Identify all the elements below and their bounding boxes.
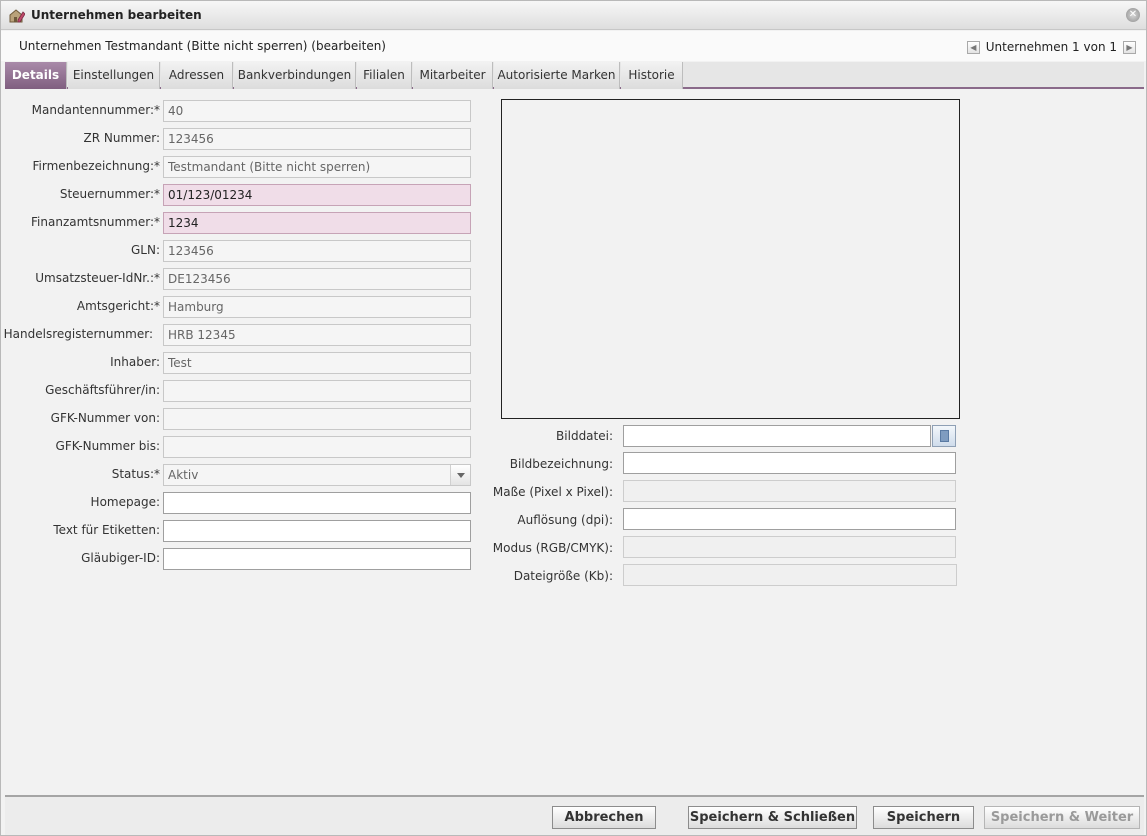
text-etiketten-field[interactable]: [163, 520, 471, 542]
save-next-button[interactable]: Speichern & Weiter: [984, 806, 1140, 829]
firmenbezeichnung-field[interactable]: Testmandant (Bitte nicht sperren): [163, 156, 471, 178]
details-panel: Mandantennummer:* 40 ZR Nummer: 123456 F…: [3, 91, 1144, 795]
tab-historie[interactable]: Historie: [621, 62, 683, 89]
status-label: Status:*: [111, 467, 160, 481]
window-title: Unternehmen bearbeiten: [31, 8, 202, 22]
handelsregisternummer-field[interactable]: HRB 12345: [163, 324, 471, 346]
masse-label: Maße (Pixel x Pixel):: [492, 485, 613, 499]
inhaber-label: Inhaber:: [110, 355, 160, 369]
tab-filialen[interactable]: Filialen: [357, 62, 412, 89]
finanzamtsnummer-field[interactable]: 1234: [163, 212, 471, 234]
record-title: Unternehmen Testmandant (Bitte nicht spe…: [19, 39, 386, 53]
arrow-left-icon[interactable]: ◀: [966, 40, 980, 54]
gln-field[interactable]: 123456: [163, 240, 471, 262]
bilddatei-label: Bilddatei:: [556, 429, 613, 443]
file-icon: [940, 430, 949, 442]
modus-field: [623, 536, 956, 558]
dateigroesse-field: [623, 564, 957, 586]
tab-details[interactable]: Details: [5, 62, 67, 89]
file-browse-icon[interactable]: [932, 425, 956, 447]
chevron-down-icon[interactable]: [450, 465, 470, 485]
steuernummer-field[interactable]: 01/123/01234: [163, 184, 471, 206]
gfk-von-field[interactable]: [163, 408, 471, 430]
geschaeftsfuehrer-label: Geschäftsführer/in:: [45, 383, 160, 397]
inhaber-field[interactable]: Test: [163, 352, 471, 374]
save-button[interactable]: Speichern: [873, 806, 974, 829]
save-close-button[interactable]: Speichern & Schließen: [688, 806, 857, 829]
tab-bar: Details Einstellungen Adressen Bankverbi…: [5, 62, 1144, 89]
tab-adressen[interactable]: Adressen: [161, 62, 233, 89]
gln-label: GLN:: [130, 243, 160, 257]
close-icon[interactable]: ✕: [1126, 8, 1140, 22]
masse-field: [623, 480, 956, 502]
tab-mitarbeiter[interactable]: Mitarbeiter: [413, 62, 493, 89]
zr-nummer-label: ZR Nummer:: [83, 131, 160, 145]
zr-nummer-field[interactable]: 123456: [163, 128, 471, 150]
dialog-footer: Abbrechen Speichern & Schließen Speicher…: [5, 795, 1144, 835]
cancel-button[interactable]: Abbrechen: [552, 806, 656, 829]
gfk-von-label: GFK-Nummer von:: [50, 411, 160, 425]
steuernummer-label: Steuernummer:*: [59, 187, 160, 201]
amtsgericht-label: Amtsgericht:*: [76, 299, 160, 313]
status-select[interactable]: Aktiv: [163, 464, 471, 486]
bildbezeichnung-field[interactable]: [623, 452, 956, 474]
ust-idnr-field[interactable]: DE123456: [163, 268, 471, 290]
handelsregisternummer-label: Handelsregisternummer:: [3, 327, 153, 341]
title-bar[interactable]: Unternehmen bearbeiten ✕: [1, 1, 1146, 30]
amtsgericht-field[interactable]: Hamburg: [163, 296, 471, 318]
finanzamtsnummer-label: Finanzamtsnummer:*: [31, 215, 160, 229]
record-pager: ◀ Unternehmen 1 von 1 ▶: [966, 39, 1136, 55]
mandantennummer-label: Mandantennummer:*: [31, 103, 160, 117]
glaeubiger-id-label: Gläubiger-ID:: [81, 551, 160, 565]
tab-bankverbindungen[interactable]: Bankverbindungen: [234, 62, 356, 89]
gfk-bis-label: GFK-Nummer bis:: [55, 439, 160, 453]
image-preview: [501, 99, 960, 419]
tab-einstellungen[interactable]: Einstellungen: [68, 62, 160, 89]
status-value: Aktiv: [168, 468, 199, 482]
homepage-field[interactable]: [163, 492, 471, 514]
text-etiketten-label: Text für Etiketten:: [53, 523, 160, 537]
dateigroesse-label: Dateigröße (Kb):: [513, 569, 613, 583]
geschaeftsfuehrer-field[interactable]: [163, 380, 471, 402]
building-edit-icon: [9, 8, 26, 23]
modus-label: Modus (RGB/CMYK):: [492, 541, 613, 555]
pager-text: Unternehmen 1 von 1: [985, 40, 1117, 54]
mandantennummer-field[interactable]: 40: [163, 100, 471, 122]
aufloesung-field[interactable]: [623, 508, 956, 530]
firmenbezeichnung-label: Firmenbezeichnung:*: [32, 159, 160, 173]
record-header: Unternehmen Testmandant (Bitte nicht spe…: [1, 31, 1146, 61]
tab-autorisierte-marken[interactable]: Autorisierte Marken: [494, 62, 620, 89]
ust-idnr-label: Umsatzsteuer-IdNr.:*: [35, 271, 160, 285]
edit-company-dialog: Unternehmen bearbeiten ✕ Unternehmen Tes…: [0, 0, 1147, 836]
aufloesung-label: Auflösung (dpi):: [517, 513, 613, 527]
arrow-right-icon[interactable]: ▶: [1123, 40, 1136, 54]
glaeubiger-id-field[interactable]: [163, 548, 471, 570]
homepage-label: Homepage:: [90, 495, 160, 509]
bildbezeichnung-label: Bildbezeichnung:: [509, 457, 613, 471]
bilddatei-field[interactable]: [623, 425, 931, 447]
gfk-bis-field[interactable]: [163, 436, 471, 458]
